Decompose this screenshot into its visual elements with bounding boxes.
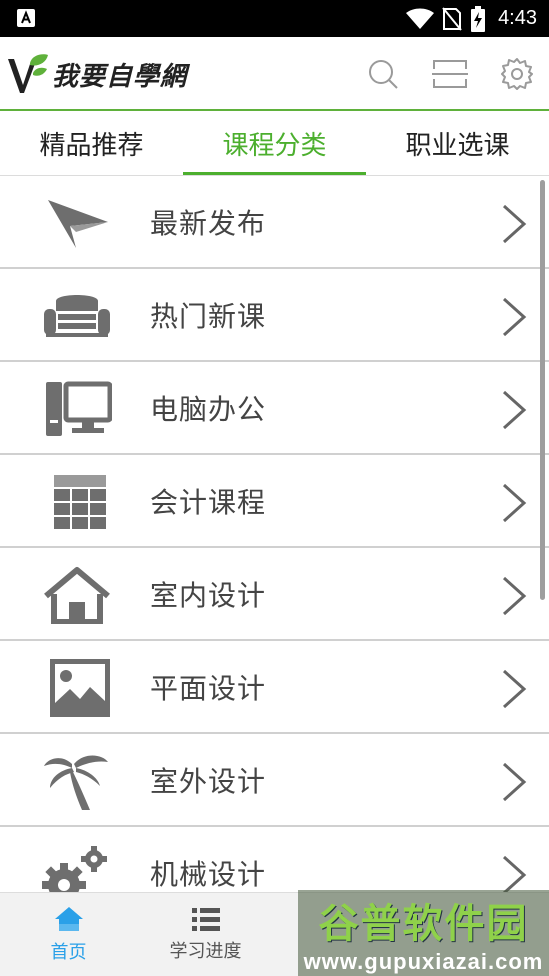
list-item-label: 室外设计 — [150, 764, 267, 798]
nav-progress[interactable]: 学习进度 — [137, 893, 274, 976]
list-scrollbar[interactable] — [540, 180, 545, 600]
list-item-graphic-design[interactable]: 平面设计 — [0, 641, 549, 734]
app-logo: 我要自學網 — [6, 53, 187, 95]
list-item-label: 平面设计 — [150, 671, 267, 705]
tab-featured[interactable]: 精品推荐 — [0, 111, 183, 175]
paper-plane-icon — [48, 200, 108, 248]
status-icons: 4:43 — [406, 0, 537, 37]
app-screen: 4:43 我要自學網 精品推荐 课程分类 职业选课 最新发布 热门新课 电脑办公… — [0, 0, 549, 976]
watermark-url: www.gupuxiazai.com — [303, 949, 544, 974]
list-item-label: 机械设计 — [150, 857, 267, 891]
chevron-right-icon — [502, 669, 527, 709]
list-item-interior-design[interactable]: 室内设计 — [0, 548, 549, 641]
tab-career-courses[interactable]: 职业选课 — [366, 111, 549, 175]
no-sim-icon — [442, 6, 462, 31]
wifi-icon — [406, 8, 435, 29]
nav-progress-label: 学习进度 — [169, 940, 242, 962]
gears-icon — [42, 846, 107, 892]
chevron-right-icon — [502, 576, 527, 616]
settings-icon[interactable] — [500, 57, 534, 91]
list-icon — [191, 907, 220, 931]
list-item-mechanical-design[interactable]: 机械设计 — [0, 827, 549, 892]
palm-tree-icon — [44, 755, 108, 810]
sofa-icon — [44, 295, 110, 337]
list-item-accounting[interactable]: 会计课程 — [0, 455, 549, 548]
category-tabs: 精品推荐 课程分类 职业选课 — [0, 111, 549, 176]
nav-home-label: 首页 — [50, 941, 87, 963]
status-bar: 4:43 — [0, 0, 549, 37]
image-icon — [50, 659, 110, 717]
app-header: 我要自學網 — [0, 37, 549, 111]
house-icon — [44, 567, 110, 624]
chevron-right-icon — [502, 390, 527, 430]
list-item-latest[interactable]: 最新发布 — [0, 176, 549, 269]
category-list: 最新发布 热门新课 电脑办公 会计课程 室内设计 平面设计 室外设计 机械设计 — [0, 176, 549, 892]
list-item-hot[interactable]: 热门新课 — [0, 269, 549, 362]
list-item-office[interactable]: 电脑办公 — [0, 362, 549, 455]
logo-v-leaf-icon — [8, 54, 48, 93]
tab-course-categories[interactable]: 课程分类 — [183, 111, 366, 175]
app-notification-icon — [17, 9, 35, 27]
list-item-label: 会计课程 — [150, 485, 267, 519]
list-item-label: 最新发布 — [150, 206, 267, 240]
watermark: 谷普软件园 www.gupuxiazai.com — [298, 890, 549, 976]
home-icon — [54, 906, 83, 931]
chevron-right-icon — [502, 204, 527, 244]
watermark-main: 谷普软件园 — [318, 901, 529, 947]
chevron-right-icon — [502, 855, 527, 892]
scan-icon[interactable] — [432, 57, 468, 91]
chevron-right-icon — [502, 297, 527, 337]
search-icon[interactable] — [366, 57, 400, 91]
logo-text: 我要自學網 — [52, 61, 188, 92]
list-item-label: 电脑办公 — [150, 392, 267, 426]
battery-charging-icon — [471, 5, 486, 32]
spreadsheet-icon — [54, 475, 106, 529]
computer-icon — [46, 381, 112, 436]
clock: 4:43 — [498, 7, 537, 29]
chevron-right-icon — [502, 483, 527, 523]
list-item-label: 室内设计 — [150, 578, 267, 612]
list-item-label: 热门新课 — [150, 299, 267, 333]
chevron-right-icon — [502, 762, 527, 802]
nav-home[interactable]: 首页 — [0, 893, 137, 976]
list-item-outdoor-design[interactable]: 室外设计 — [0, 734, 549, 827]
